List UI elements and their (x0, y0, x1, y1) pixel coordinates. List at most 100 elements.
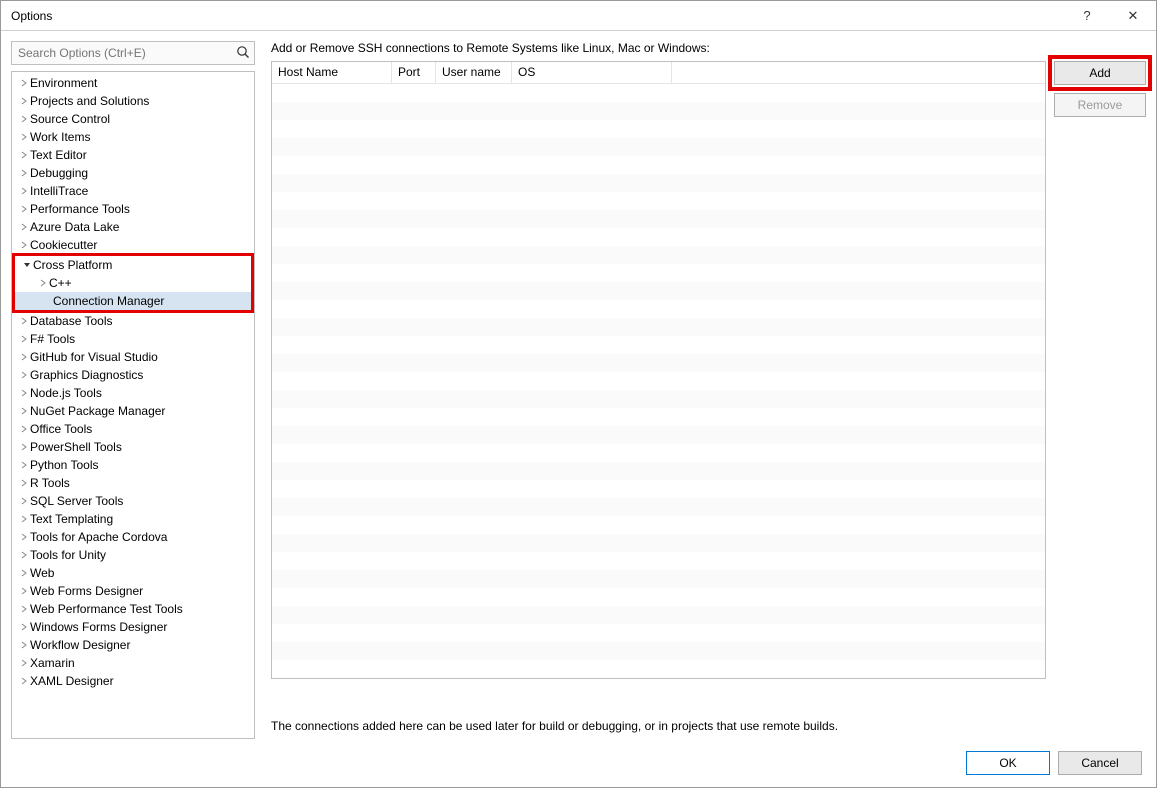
tree-item[interactable]: R Tools (12, 474, 254, 492)
chevron-right-icon[interactable] (18, 515, 30, 523)
tree-item[interactable]: Xamarin (12, 654, 254, 672)
options-tree[interactable]: Environment Projects and Solutions Source … (11, 71, 255, 739)
tree-label: SQL Server Tools (30, 494, 123, 508)
tree-item[interactable]: IntelliTrace (12, 182, 254, 200)
tree-item[interactable]: PowerShell Tools (12, 438, 254, 456)
tree-label: Source Control (30, 112, 110, 126)
tree-item[interactable]: Windows Forms Designer (12, 618, 254, 636)
tree-bottom-group: Database Tools F# Tools GitHub for Visual … (12, 312, 254, 690)
chevron-right-icon[interactable] (18, 187, 30, 195)
chevron-right-icon[interactable] (18, 353, 30, 361)
column-host-name[interactable]: Host Name (272, 62, 392, 83)
tree-item[interactable]: Environment (12, 74, 254, 92)
chevron-right-icon[interactable] (18, 389, 30, 397)
title-bar: Options ? ✕ (1, 1, 1156, 31)
tree-item[interactable]: Workflow Designer (12, 636, 254, 654)
tree-item[interactable]: Work Items (12, 128, 254, 146)
tree-item[interactable]: Performance Tools (12, 200, 254, 218)
tree-item[interactable]: Python Tools (12, 456, 254, 474)
tree-item[interactable]: Web (12, 564, 254, 582)
chevron-right-icon[interactable] (18, 587, 30, 595)
chevron-right-icon[interactable] (18, 335, 30, 343)
search-icon[interactable] (236, 45, 250, 59)
cancel-button[interactable]: Cancel (1058, 751, 1142, 775)
tree-label: Node.js Tools (30, 386, 102, 400)
chevron-right-icon[interactable] (18, 241, 30, 249)
chevron-right-icon[interactable] (18, 461, 30, 469)
tree-label: Xamarin (30, 656, 75, 670)
tree-item[interactable]: Text Editor (12, 146, 254, 164)
chevron-right-icon[interactable] (18, 79, 30, 87)
tree-item[interactable]: Database Tools (12, 312, 254, 330)
ok-button[interactable]: OK (966, 751, 1050, 775)
tree-item[interactable]: Source Control (12, 110, 254, 128)
chevron-right-icon[interactable] (18, 317, 30, 325)
tree-label: NuGet Package Manager (30, 404, 165, 418)
tree-item[interactable]: Debugging (12, 164, 254, 182)
tree-item[interactable]: Web Forms Designer (12, 582, 254, 600)
tree-label: Web Performance Test Tools (30, 602, 183, 616)
chevron-right-icon[interactable] (18, 371, 30, 379)
chevron-right-icon[interactable] (18, 407, 30, 415)
add-button[interactable]: Add (1054, 61, 1146, 85)
options-dialog: Options ? ✕ Environment Projects and Solu… (0, 0, 1157, 788)
tree-item-cross-platform[interactable]: Cross Platform (15, 256, 251, 274)
help-button[interactable]: ? (1064, 1, 1110, 31)
chevron-right-icon[interactable] (18, 133, 30, 141)
tree-item[interactable]: XAML Designer (12, 672, 254, 690)
chevron-right-icon[interactable] (18, 151, 30, 159)
tree-item[interactable]: Cookiecutter (12, 236, 254, 254)
tree-item-connection-manager[interactable]: Connection Manager (15, 292, 251, 310)
column-user-name[interactable]: User name (436, 62, 512, 83)
tree-item[interactable]: Graphics Diagnostics (12, 366, 254, 384)
chevron-right-icon[interactable] (18, 169, 30, 177)
chevron-right-icon[interactable] (18, 623, 30, 631)
close-button[interactable]: ✕ (1110, 1, 1156, 31)
chevron-right-icon[interactable] (18, 425, 30, 433)
chevron-right-icon[interactable] (18, 115, 30, 123)
tree-item[interactable]: SQL Server Tools (12, 492, 254, 510)
tree-item[interactable]: Web Performance Test Tools (12, 600, 254, 618)
column-os[interactable]: OS (512, 62, 672, 83)
tree-item[interactable]: Node.js Tools (12, 384, 254, 402)
tree-label: Performance Tools (30, 202, 130, 216)
chevron-right-icon[interactable] (18, 605, 30, 613)
tree-item[interactable]: NuGet Package Manager (12, 402, 254, 420)
tree-label: Python Tools (30, 458, 99, 472)
search-box[interactable] (11, 41, 255, 65)
tree-item-cpp[interactable]: C++ (15, 274, 251, 292)
tree-label: PowerShell Tools (30, 440, 122, 454)
tree-item[interactable]: Text Templating (12, 510, 254, 528)
column-port[interactable]: Port (392, 62, 436, 83)
chevron-right-icon[interactable] (18, 479, 30, 487)
tree-item[interactable]: GitHub for Visual Studio (12, 348, 254, 366)
chevron-right-icon[interactable] (18, 97, 30, 105)
chevron-right-icon[interactable] (18, 443, 30, 451)
tree-label: R Tools (30, 476, 70, 490)
search-input[interactable] (12, 42, 254, 64)
column-spacer (672, 62, 1045, 83)
tree-item[interactable]: Office Tools (12, 420, 254, 438)
tree-label: Tools for Unity (30, 548, 106, 562)
chevron-right-icon[interactable] (18, 551, 30, 559)
connections-table[interactable]: Host Name Port User name OS (271, 61, 1046, 679)
chevron-right-icon[interactable] (18, 533, 30, 541)
chevron-right-icon[interactable] (18, 497, 30, 505)
tree-item[interactable]: Tools for Unity (12, 546, 254, 564)
chevron-right-icon[interactable] (18, 223, 30, 231)
chevron-right-icon[interactable] (18, 205, 30, 213)
tree-item[interactable]: Azure Data Lake (12, 218, 254, 236)
tree-item[interactable]: Tools for Apache Cordova (12, 528, 254, 546)
chevron-right-icon[interactable] (37, 279, 49, 287)
tree-label: Cookiecutter (30, 238, 97, 252)
chevron-right-icon[interactable] (18, 659, 30, 667)
chevron-right-icon[interactable] (18, 677, 30, 685)
tree-label: Environment (30, 76, 97, 90)
tree-item[interactable]: Projects and Solutions (12, 92, 254, 110)
chevron-right-icon[interactable] (18, 641, 30, 649)
chevron-down-icon[interactable] (21, 261, 33, 269)
tree-label: Web Forms Designer (30, 584, 143, 598)
tree-label: F# Tools (30, 332, 75, 346)
chevron-right-icon[interactable] (18, 569, 30, 577)
tree-item[interactable]: F# Tools (12, 330, 254, 348)
